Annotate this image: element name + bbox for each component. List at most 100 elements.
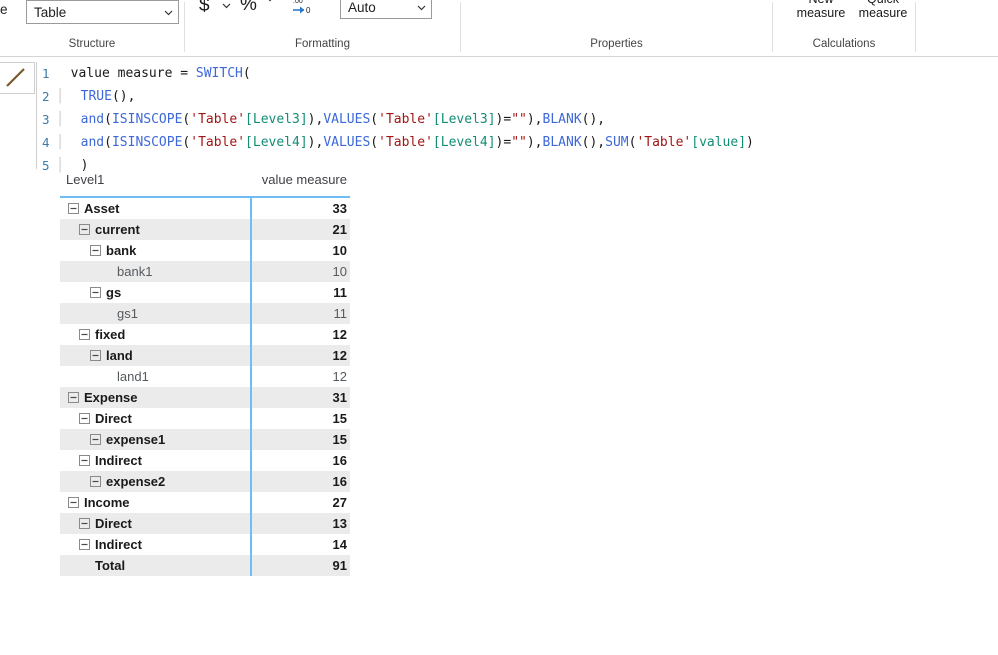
matrix-row-label-cell: Direct xyxy=(60,411,250,426)
matrix-row-label-cell: bank1 xyxy=(60,264,250,279)
code-token: 'Table' xyxy=(190,135,246,150)
code-token: and xyxy=(80,135,105,150)
column-divider xyxy=(250,345,252,366)
collapse-icon[interactable] xyxy=(79,518,90,529)
matrix-row[interactable]: bank 10 xyxy=(60,240,350,261)
code-line[interactable]: 3 │ and(ISINSCOPE('Table' [Level3]), VALUES… xyxy=(37,108,998,131)
collapse-icon[interactable] xyxy=(79,413,90,424)
chevron-down-icon xyxy=(416,2,427,13)
code-token: SWITCH xyxy=(195,66,243,81)
column-header-value-measure[interactable]: value measure xyxy=(250,172,350,187)
matrix-row-value: 10 xyxy=(332,264,347,279)
matrix-row[interactable]: gs1 11 xyxy=(60,303,350,324)
collapse-icon[interactable] xyxy=(90,245,101,256)
currency-dropdown-chevron-icon[interactable] xyxy=(221,0,232,11)
matrix-row[interactable]: Asset 33 xyxy=(60,198,350,219)
matrix-row-value: 14 xyxy=(332,537,347,552)
matrix-row[interactable]: expense2 16 xyxy=(60,471,350,492)
column-divider xyxy=(250,513,252,534)
matrix-row[interactable]: expense1 15 xyxy=(60,429,350,450)
matrix-row[interactable]: land 12 xyxy=(60,345,350,366)
collapse-icon[interactable] xyxy=(68,203,79,214)
code-token: ( xyxy=(370,112,379,127)
matrix-row[interactable]: Direct 15 xyxy=(60,408,350,429)
matrix-row[interactable]: Expense 31 xyxy=(60,387,350,408)
collapse-icon[interactable] xyxy=(90,350,101,361)
matrix-row-value: 33 xyxy=(332,201,347,216)
dax-formula-editor[interactable]: 1 value measure = SWITCH(2 │ TRUE (), 3 │ an… xyxy=(36,62,998,173)
code-token: [value] xyxy=(691,135,747,150)
line-number: 2 xyxy=(42,89,50,104)
thousands-separator-icon[interactable]: ' xyxy=(268,0,272,15)
code-line[interactable]: 4 │ and(ISINSCOPE('Table' [Level4]), VALUES… xyxy=(37,131,998,154)
matrix-row-label-cell: bank xyxy=(60,243,250,258)
matrix-row[interactable]: Indirect 16 xyxy=(60,450,350,471)
matrix-row-value: 15 xyxy=(332,411,347,426)
matrix-row-label-cell: Indirect xyxy=(60,453,250,468)
collapse-icon[interactable] xyxy=(68,392,79,403)
currency-format-icon[interactable]: $ xyxy=(199,0,210,15)
new-measure-button[interactable]: New measure xyxy=(789,0,853,20)
column-header-level1[interactable]: Level1 xyxy=(60,172,250,187)
code-token: (), xyxy=(581,112,606,127)
code-token: 'Table' xyxy=(636,135,692,150)
matrix-row-label: Direct xyxy=(95,411,132,426)
code-line[interactable]: 1 value measure = SWITCH( xyxy=(37,62,998,85)
matrix-row[interactable]: current 21 xyxy=(60,219,350,240)
matrix-row-label-cell: land xyxy=(60,348,250,363)
svg-text:0: 0 xyxy=(306,6,311,15)
code-token: (), xyxy=(111,89,136,104)
matrix-row[interactable]: land1 12 xyxy=(60,366,350,387)
matrix-row-value: 12 xyxy=(332,327,347,342)
column-divider xyxy=(250,282,252,303)
code-token: ( xyxy=(182,135,191,150)
matrix-row-label-cell: Asset xyxy=(60,201,250,216)
code-token: (), xyxy=(581,135,606,150)
percent-format-icon[interactable]: % xyxy=(240,0,257,14)
code-token: [Level4] xyxy=(432,135,496,150)
matrix-row-value: 16 xyxy=(332,453,347,468)
matrix-row-label: Indirect xyxy=(95,453,142,468)
code-line[interactable]: 2 │ TRUE (), xyxy=(37,85,998,108)
matrix-row[interactable]: Indirect 14 xyxy=(60,534,350,555)
column-divider xyxy=(250,240,252,261)
code-token: ISINSCOPE xyxy=(111,135,183,150)
column-divider xyxy=(250,534,252,555)
collapse-icon[interactable] xyxy=(79,455,90,466)
matrix-row-label: Total xyxy=(95,558,126,573)
matrix-row-value: 13 xyxy=(332,516,347,531)
decrease-decimal-icon[interactable]: .00 0 xyxy=(291,0,317,16)
matrix-row[interactable]: fixed 12 xyxy=(60,324,350,345)
matrix-row[interactable]: bank1 10 xyxy=(60,261,350,282)
column-divider xyxy=(250,492,252,513)
matrix-row[interactable]: Total 91 xyxy=(60,555,350,576)
quick-measure-button[interactable]: Quick measure xyxy=(851,0,915,20)
indent-guide: │ xyxy=(56,158,64,173)
matrix-row-label: expense1 xyxy=(106,432,166,447)
matrix-row[interactable]: Direct 13 xyxy=(60,513,350,534)
collapse-icon[interactable] xyxy=(90,434,101,445)
column-divider xyxy=(250,303,252,324)
truncated-left-label: e xyxy=(0,2,8,17)
commit-formula-button[interactable] xyxy=(0,62,35,94)
collapse-icon[interactable] xyxy=(90,476,101,487)
collapse-icon[interactable] xyxy=(79,539,90,550)
group-label-properties: Properties xyxy=(590,38,643,50)
collapse-icon[interactable] xyxy=(79,224,90,235)
collapse-icon[interactable] xyxy=(90,287,101,298)
collapse-icon[interactable] xyxy=(79,329,90,340)
table-select-value: Table xyxy=(34,4,67,20)
matrix-row-label: land1 xyxy=(117,369,149,384)
auto-decimal-select[interactable]: Auto xyxy=(340,0,432,19)
matrix-row-label: expense2 xyxy=(106,474,166,489)
column-divider xyxy=(250,471,252,492)
code-token: VALUES xyxy=(323,112,371,127)
code-token: 'Table' xyxy=(378,112,433,127)
line-number: 1 xyxy=(42,66,50,81)
matrix-row[interactable]: Income 27 xyxy=(60,492,350,513)
new-measure-label: New measure xyxy=(796,0,846,20)
collapse-icon[interactable] xyxy=(68,497,79,508)
matrix-row[interactable]: gs 11 xyxy=(60,282,350,303)
table-select[interactable]: Table xyxy=(26,0,179,24)
matrix-row-label-cell: gs xyxy=(60,285,250,300)
